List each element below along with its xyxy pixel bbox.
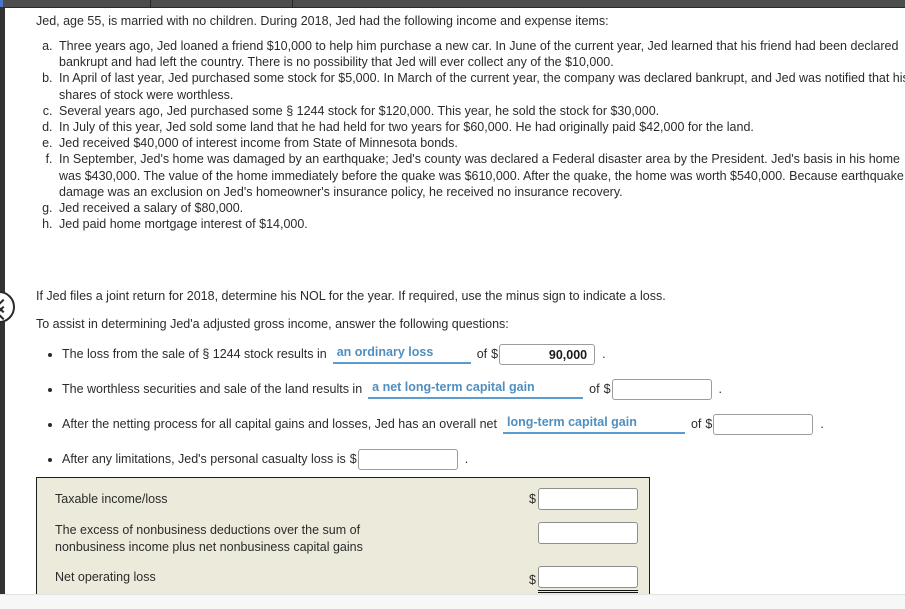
label-line-2: nonbusiness income plus net nonbusiness …	[55, 540, 363, 554]
period: .	[718, 382, 723, 396]
list-item: Jed paid home mortgage interest of $14,0…	[56, 216, 905, 232]
assist-instruction: To assist in determining Jed'a adjusted …	[36, 317, 509, 331]
list-item: Three years ago, Jed loaned a friend $10…	[56, 38, 905, 70]
tab-divider	[292, 0, 293, 7]
excess-nonbusiness-deductions-field	[538, 522, 638, 544]
overall-net-gain-amount-input[interactable]	[713, 414, 814, 435]
personal-casualty-loss-input[interactable]	[357, 449, 458, 470]
net-operating-loss-label: Net operating loss	[55, 570, 156, 584]
sub-question-list: The loss from the sale of § 1244 stock r…	[40, 344, 905, 484]
label-line-1: The excess of nonbusiness deductions ove…	[55, 523, 361, 537]
question-text-mid: of	[690, 417, 702, 431]
excess-nonbusiness-deductions-label: The excess of nonbusiness deductions ove…	[55, 522, 363, 556]
taxable-income-loss-label: Taxable income/loss	[55, 492, 168, 506]
question-text: After the netting process for all capita…	[62, 417, 497, 431]
dollar-sign: $	[349, 452, 357, 466]
tab-divider	[150, 0, 151, 7]
dollar-sign: $	[529, 492, 536, 506]
ordinary-loss-amount-input[interactable]	[499, 344, 596, 365]
net-operating-loss-input[interactable]	[537, 566, 638, 588]
excess-nonbusiness-deductions-input[interactable]	[538, 522, 638, 544]
question-text-mid: of	[476, 347, 488, 361]
browser-tab-bar	[0, 0, 905, 8]
income-expense-item-list: Three years ago, Jed loaned a friend $10…	[36, 38, 905, 232]
net-operating-loss-field: $	[529, 566, 638, 593]
list-item: In July of this year, Jed sold some land…	[56, 119, 905, 135]
joint-return-instruction: If Jed files a joint return for 2018, de…	[36, 289, 666, 303]
question-text: After any limitations, Jed's personal ca…	[62, 452, 346, 466]
list-item: After any limitations, Jed's personal ca…	[62, 449, 905, 470]
dollar-sign: $	[491, 347, 499, 361]
taxable-income-loss-input[interactable]	[537, 488, 638, 510]
taxable-income-loss-field: $	[529, 488, 638, 510]
dollar-sign: $	[603, 382, 611, 396]
list-item: Jed received a salary of $80,000.	[56, 200, 905, 216]
question-text: The worthless securities and sale of the…	[62, 382, 363, 396]
intro-paragraph: Jed, age 55, is married with no children…	[36, 14, 609, 28]
question-text-mid: of	[589, 382, 600, 396]
period: .	[820, 417, 824, 431]
bottom-strip	[0, 594, 905, 609]
list-item: In April of last year, Jed purchased som…	[56, 70, 905, 102]
list-item: The loss from the sale of § 1244 stock r…	[62, 344, 905, 365]
ordinary-loss-dropdown[interactable]: an ordinary loss	[332, 345, 471, 364]
tab-accent-marker	[0, 0, 3, 7]
period: .	[464, 452, 469, 466]
net-long-term-capital-gain-amount-input[interactable]	[611, 379, 712, 400]
total-double-underline	[537, 566, 638, 593]
list-item: In September, Jed's home was damaged by …	[56, 151, 905, 200]
dollar-sign: $	[529, 572, 536, 587]
question-text: The loss from the sale of § 1244 stock r…	[62, 347, 327, 361]
list-item: Jed received $40,000 of interest income …	[56, 135, 905, 151]
dollar-sign: $	[705, 417, 713, 431]
question-content: Jed, age 55, is married with no children…	[0, 8, 905, 595]
list-item: The worthless securities and sale of the…	[62, 379, 905, 400]
period: .	[602, 347, 606, 361]
list-item: Several years ago, Jed purchased some § …	[56, 103, 905, 119]
net-long-term-capital-gain-dropdown[interactable]: a net long-term capital gain	[368, 380, 584, 399]
list-item: After the netting process for all capita…	[62, 414, 905, 435]
answer-table: Taxable income/loss $ The excess of nonb…	[36, 477, 650, 595]
overall-net-gain-dropdown[interactable]: long-term capital gain	[502, 415, 685, 434]
chevron-left-icon	[0, 305, 11, 321]
